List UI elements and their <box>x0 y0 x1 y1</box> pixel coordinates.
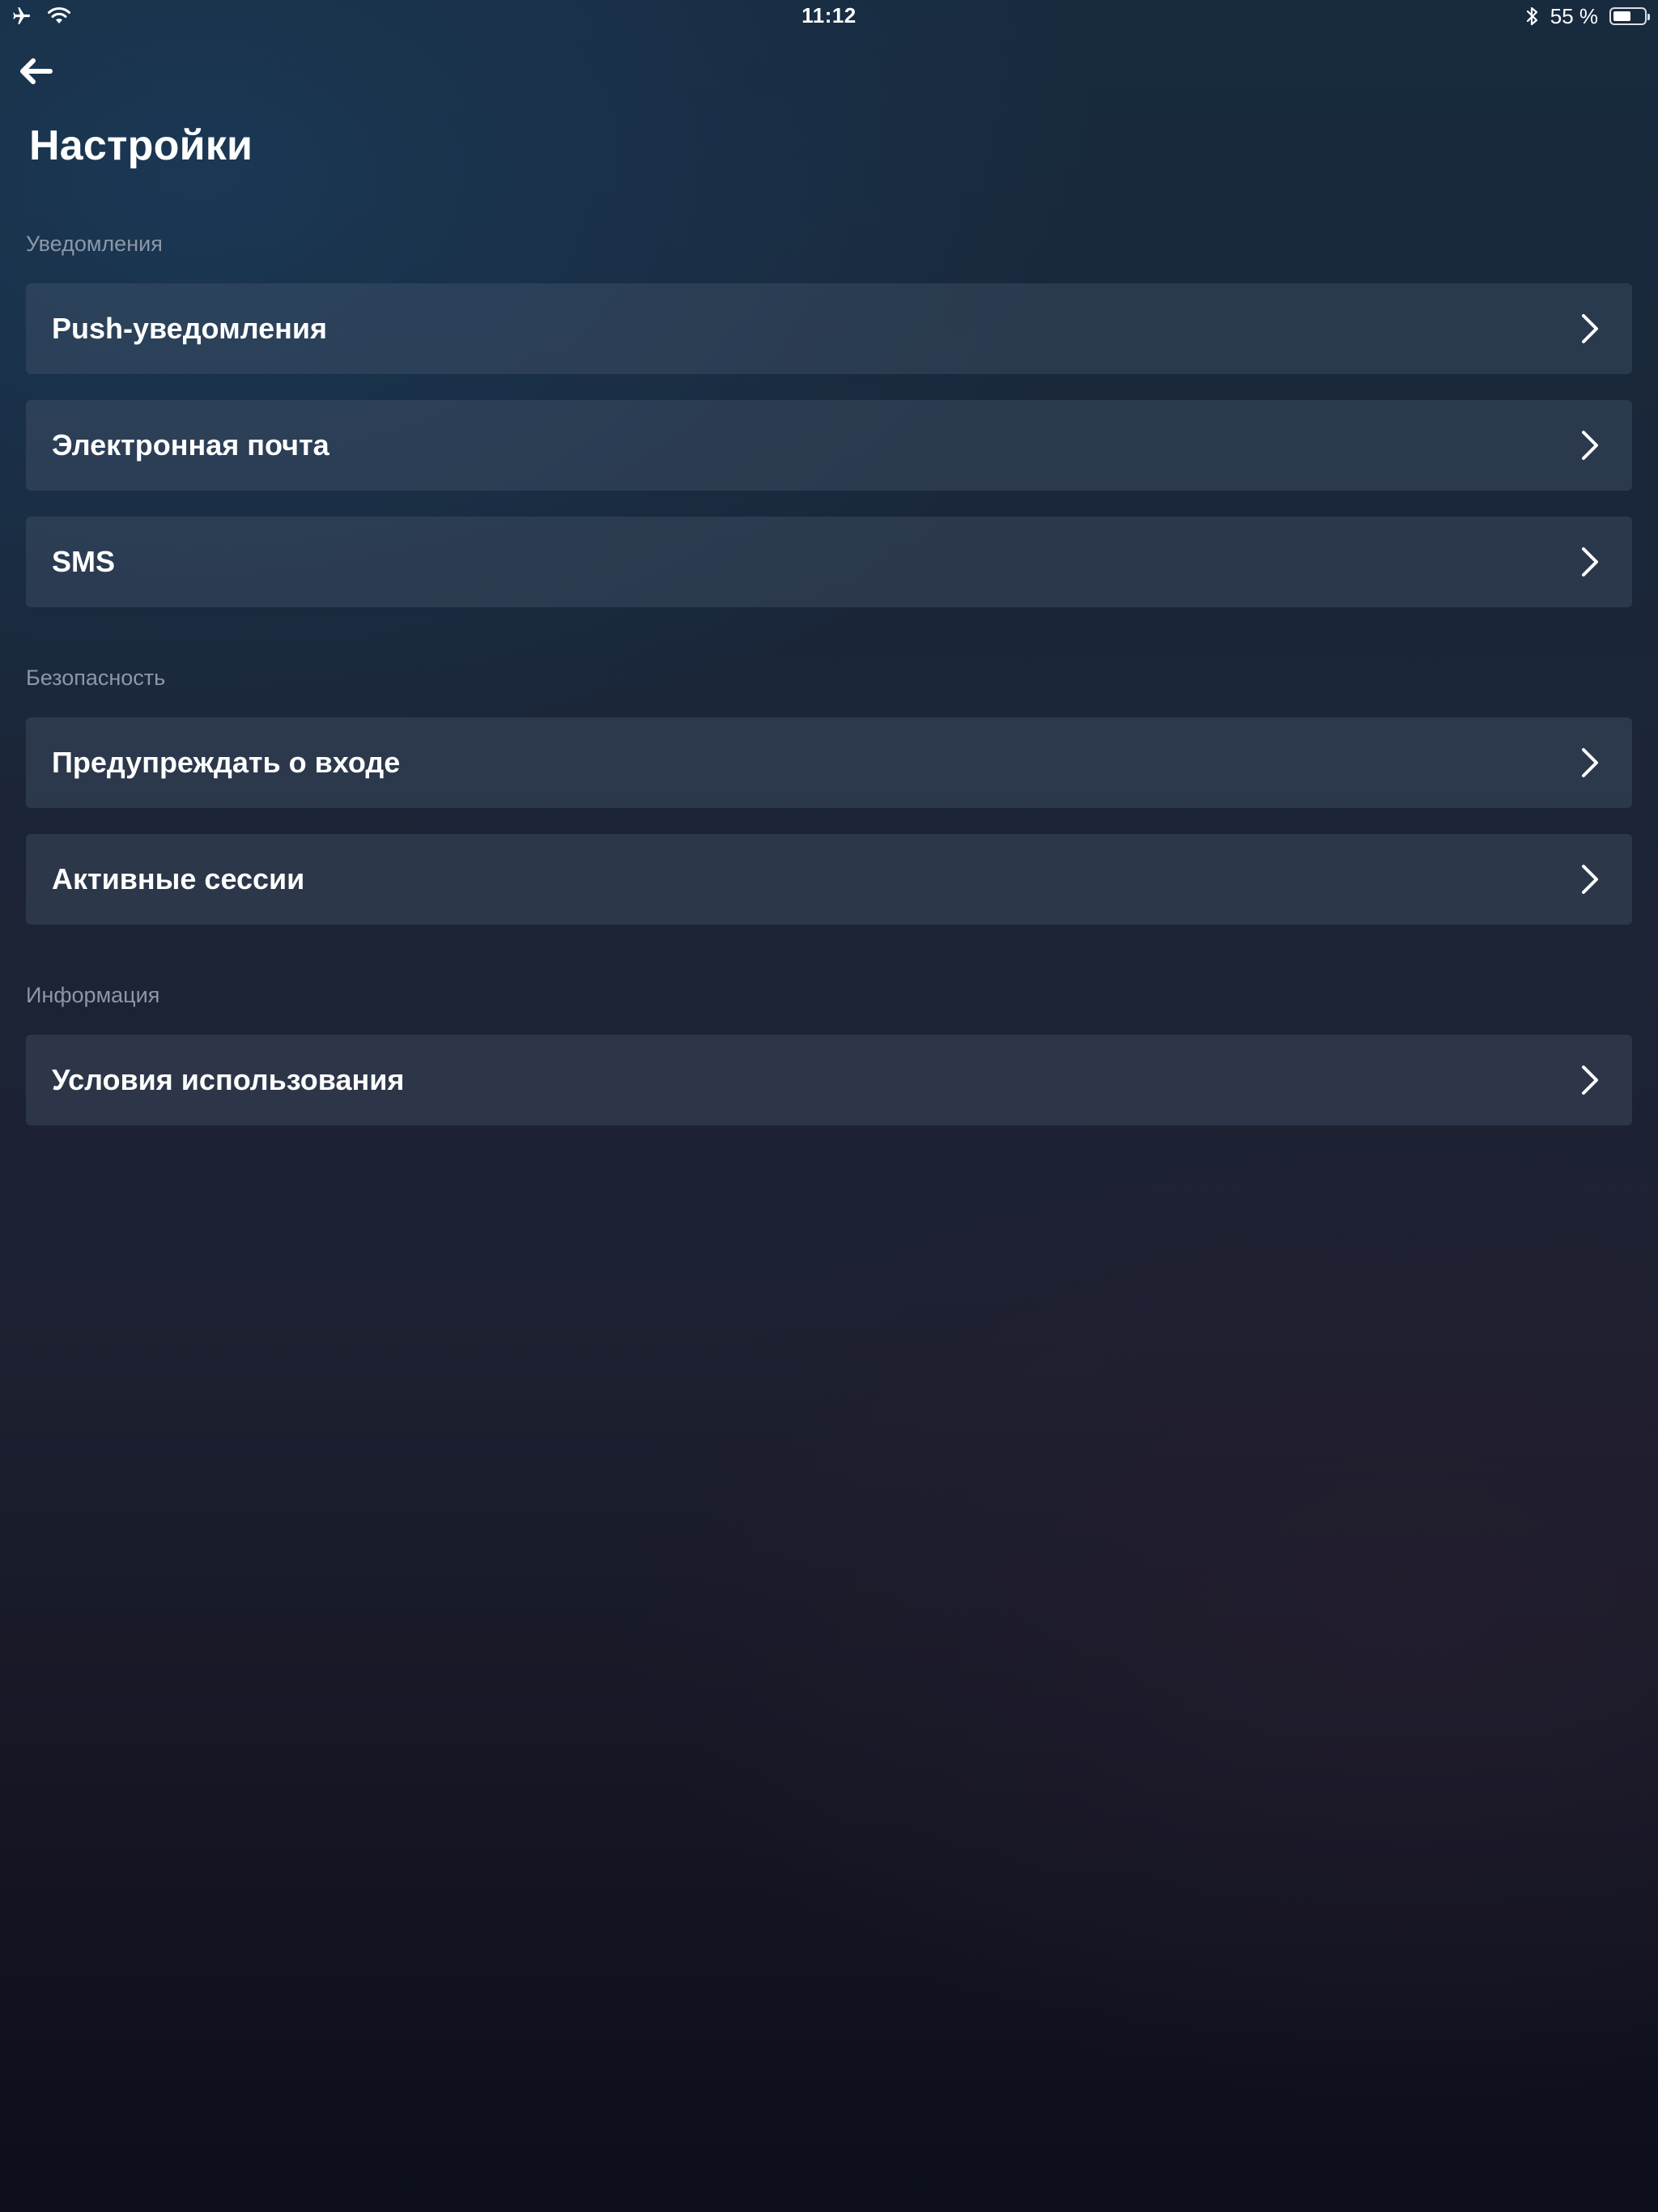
status-right: 55 % <box>1526 3 1650 29</box>
settings-item-label: SMS <box>52 545 116 578</box>
section-heading-security: Безопасность <box>26 666 166 690</box>
battery-level <box>1613 11 1630 21</box>
chevron-right-icon <box>1582 748 1598 777</box>
bluetooth-icon <box>1526 6 1537 26</box>
settings-item-active-sessions[interactable]: Активные сессии <box>26 834 1632 925</box>
back-button[interactable] <box>18 47 74 96</box>
settings-item-label: Push-уведомления <box>52 312 327 345</box>
page-title: Настройки <box>29 122 253 169</box>
battery-percentage: 55 % <box>1550 3 1598 28</box>
arrow-left-icon <box>20 58 53 84</box>
settings-item-label: Условия использования <box>52 1063 405 1096</box>
chevron-right-icon <box>1582 1066 1598 1095</box>
battery-cap <box>1647 14 1650 20</box>
settings-item-label: Активные сессии <box>52 862 305 895</box>
status-bar: 11:12 55 % <box>0 0 1658 32</box>
settings-item-terms-of-use[interactable]: Условия использования <box>26 1035 1632 1125</box>
battery-icon <box>1609 7 1650 25</box>
settings-item-label: Предупреждать о входе <box>52 746 401 779</box>
chevron-right-icon <box>1582 865 1598 894</box>
chevron-right-icon <box>1582 547 1598 576</box>
settings-item-label: Электронная почта <box>52 428 329 462</box>
section-heading-information: Информация <box>26 983 160 1007</box>
section-heading-notifications: Уведомления <box>26 232 163 256</box>
settings-item-push-notifications[interactable]: Push-уведомления <box>26 283 1632 374</box>
settings-item-email[interactable]: Электронная почта <box>26 400 1632 491</box>
chevron-right-icon <box>1582 431 1598 460</box>
chevron-right-icon <box>1582 314 1598 343</box>
settings-item-sms[interactable]: SMS <box>26 517 1632 607</box>
status-time: 11:12 <box>801 3 857 28</box>
settings-item-login-alerts[interactable]: Предупреждать о входе <box>26 717 1632 808</box>
